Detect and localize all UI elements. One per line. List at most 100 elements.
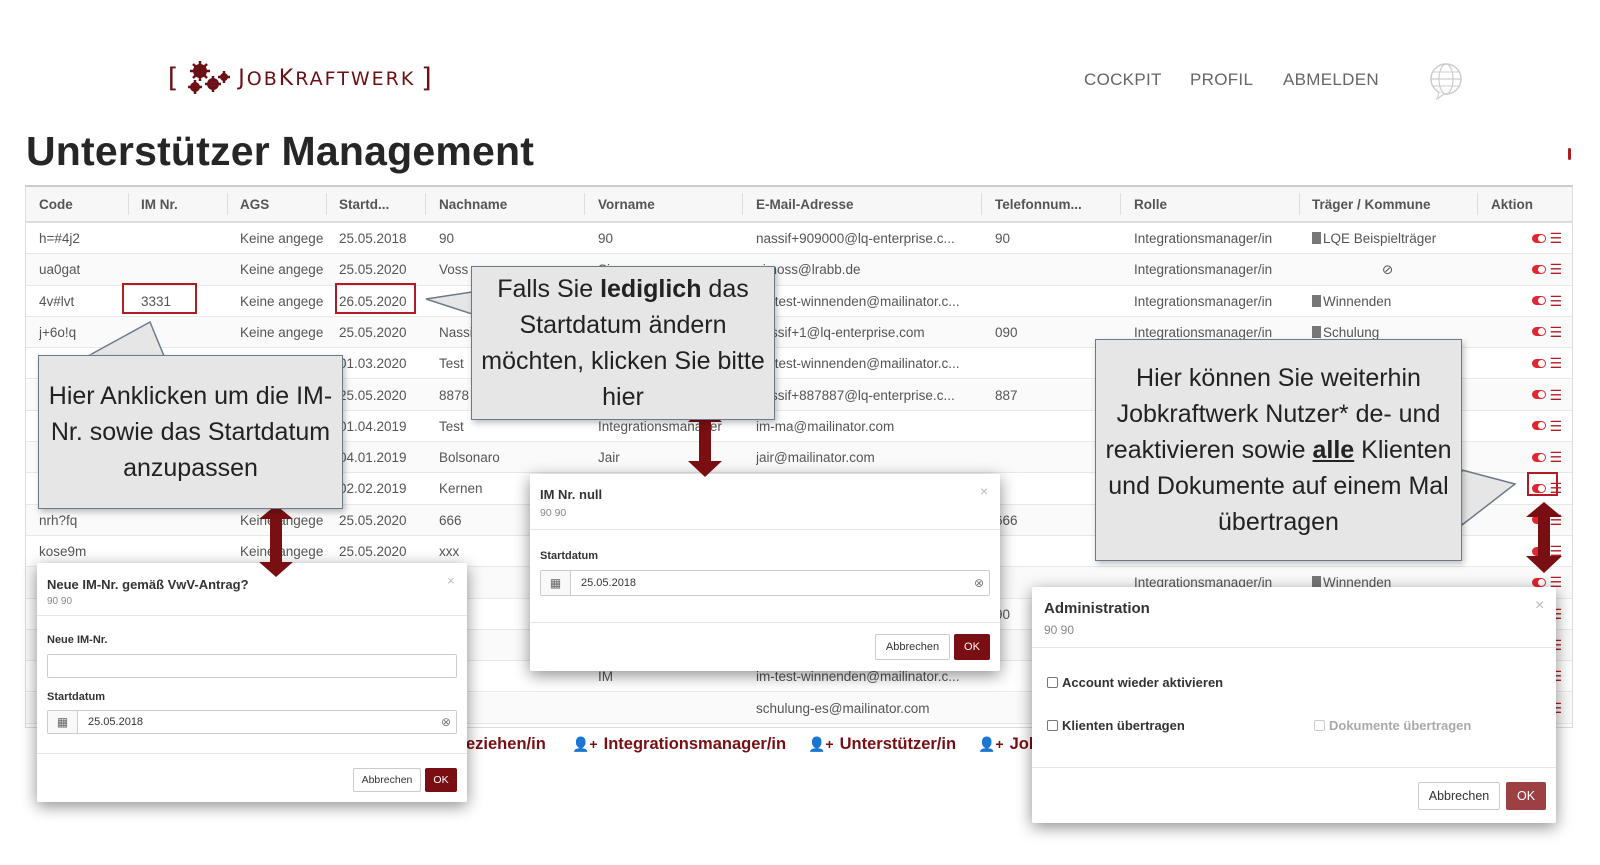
col-code[interactable]: Code: [39, 197, 73, 212]
dialog-subtitle: 90 90: [540, 507, 567, 519]
menu-icon[interactable]: ☰: [1549, 544, 1562, 558]
nav-profil[interactable]: PROFIL: [1190, 70, 1253, 90]
add-unterstuetzer-link[interactable]: 👤+ Unterstützer/in: [808, 735, 956, 754]
col-im-nr[interactable]: IM Nr.: [141, 197, 178, 212]
jobkraftwerk-logo[interactable]: [ JOBKRAFTWERK ]: [164, 58, 436, 98]
toggle-active-icon[interactable]: [1532, 577, 1547, 587]
add-job-link[interactable]: 👤+ Job: [978, 735, 1039, 754]
im-nr-input[interactable]: [47, 654, 457, 678]
cancel-button[interactable]: Abbrechen: [353, 768, 421, 792]
menu-icon[interactable]: ☰: [1549, 356, 1562, 370]
checkbox-box[interactable]: [1047, 720, 1058, 731]
ok-button[interactable]: OK: [1506, 782, 1546, 810]
gears-icon: [188, 61, 231, 94]
add-integrationsmanager-link[interactable]: 👤+ Integrationsmanager/in: [572, 735, 786, 754]
toggle-active-icon[interactable]: [1532, 515, 1547, 525]
toggle-active-icon[interactable]: [1532, 296, 1547, 306]
cell-email: im-ma@mailinator.com: [756, 418, 895, 434]
menu-icon[interactable]: ☰: [1549, 325, 1562, 339]
col-ags[interactable]: AGS: [240, 197, 269, 212]
col-traeger[interactable]: Träger / Kommune: [1312, 197, 1431, 212]
cell-email: jair@mailinator.com: [756, 450, 875, 466]
close-icon[interactable]: ×: [1535, 597, 1544, 615]
close-icon[interactable]: ×: [980, 483, 988, 499]
col-nachname[interactable]: Nachname: [439, 197, 507, 212]
cell-startdatum[interactable]: 25.05.2020: [339, 544, 407, 559]
menu-icon[interactable]: ☰: [1549, 450, 1562, 464]
toggle-active-icon[interactable]: [1532, 546, 1547, 556]
cell-startdatum[interactable]: 01.03.2020: [339, 356, 407, 371]
cell-code: kose9m: [39, 544, 87, 559]
cell-nachname: Test: [439, 356, 464, 372]
cell-startdatum[interactable]: 01.04.2019: [339, 419, 407, 434]
cell-startdatum[interactable]: 25.05.2020: [339, 388, 407, 403]
cell-startdatum[interactable]: 04.01.2019: [339, 450, 407, 465]
row-actions: ☰: [1532, 513, 1562, 527]
col-vorname[interactable]: Vorname: [598, 197, 655, 212]
cell-email: nassif+909000@lq-enterprise.c...: [756, 231, 955, 246]
add-erzieher-link[interactable]: eziehen/in: [466, 735, 546, 754]
cancel-button[interactable]: Abbrechen: [875, 634, 950, 660]
dialog-divider: [1032, 647, 1556, 648]
toggle-active-icon[interactable]: [1532, 358, 1547, 368]
row-actions: ☰: [1532, 356, 1562, 370]
cell-startdatum[interactable]: 25.05.2018: [339, 231, 407, 246]
cell-startdatum[interactable]: 25.05.2020: [339, 325, 407, 340]
startdate-dialog: IM Nr. null 90 90 × Startdatum ▦ 25.05.2…: [530, 474, 1000, 671]
globe-icon[interactable]: [1427, 62, 1465, 100]
dialog-divider: [530, 529, 1000, 530]
cell-traeger: LQE Beispielträger: [1312, 231, 1436, 246]
toggle-active-icon[interactable]: [1532, 390, 1547, 399]
cancel-button[interactable]: Abbrechen: [1418, 782, 1500, 810]
transfer-documents-checkbox: Dokumente übertragen: [1314, 718, 1471, 733]
menu-icon[interactable]: ☰: [1549, 231, 1562, 245]
toggle-active-icon[interactable]: [1532, 452, 1547, 462]
menu-icon[interactable]: ☰: [1549, 388, 1562, 402]
toggle-active-icon[interactable]: [1532, 421, 1547, 431]
nav-cockpit[interactable]: COCKPIT: [1084, 70, 1162, 90]
close-icon[interactable]: ×: [447, 573, 455, 588]
clear-icon[interactable]: ⊗: [969, 576, 989, 590]
menu-icon[interactable]: ☰: [1549, 262, 1562, 276]
col-email[interactable]: E-Mail-Adresse: [756, 197, 854, 212]
toggle-active-icon[interactable]: [1532, 233, 1547, 243]
cell-startdatum[interactable]: 25.05.2020: [339, 262, 407, 277]
dialog-subtitle: 90 90: [47, 596, 73, 607]
table-row[interactable]: h=#4j2 Keine angege 25.05.2018 90 90 nassif+9…: [26, 223, 1572, 255]
table-row[interactable]: 4v#lvt 3331 Keine angege 26.05.2020 im-test-…: [26, 286, 1572, 317]
reactivate-account-checkbox[interactable]: Account wieder aktivieren: [1047, 675, 1223, 690]
cell-ags: Keine angege: [240, 324, 324, 340]
col-telefon[interactable]: Telefonnum...: [995, 197, 1082, 212]
calendar-icon[interactable]: ▦: [541, 571, 571, 595]
transfer-clients-checkbox[interactable]: Klienten übertragen: [1047, 718, 1185, 733]
cell-startdatum[interactable]: 25.05.2020: [339, 513, 407, 528]
menu-icon[interactable]: ☰: [1549, 419, 1562, 433]
toggle-active-icon[interactable]: [1532, 264, 1547, 274]
dialog-divider: [37, 615, 467, 616]
menu-icon[interactable]: ☰: [1549, 575, 1562, 589]
cell-vorname: Jair: [598, 450, 620, 466]
page-title: Unterstützer Management: [26, 128, 535, 174]
nav-abmelden[interactable]: ABMELDEN: [1283, 70, 1379, 90]
toggle-active-icon[interactable]: [1532, 327, 1547, 337]
clear-icon[interactable]: ⊗: [436, 715, 456, 729]
col-rolle[interactable]: Rolle: [1134, 197, 1167, 212]
table-row[interactable]: ua0gatKeine angege25.05.2020VossSimonesi…: [26, 254, 1572, 286]
cell-nachname: 8878: [439, 387, 470, 403]
ok-button[interactable]: OK: [425, 768, 457, 792]
startdatum-field[interactable]: ▦ 25.05.2018 ⊗: [47, 710, 457, 734]
checkbox-box: [1314, 720, 1325, 731]
startdatum-field[interactable]: ▦ 25.05.2018 ⊗: [540, 570, 990, 596]
col-startdatum[interactable]: Startd...: [339, 197, 389, 212]
ok-button[interactable]: OK: [954, 634, 990, 660]
menu-icon[interactable]: ☰: [1549, 513, 1562, 527]
cell-nachname: Bolsonaro: [439, 450, 500, 466]
cell-ags: Keine angege: [240, 262, 324, 278]
cell-vorname: Integrationsmanager: [598, 418, 722, 434]
calendar-icon[interactable]: ▦: [48, 711, 78, 733]
checkbox-box[interactable]: [1047, 677, 1058, 688]
row-actions: ☰: [1532, 262, 1562, 276]
menu-icon[interactable]: ☰: [1549, 294, 1562, 308]
cell-nachname: Test: [439, 418, 464, 434]
cell-startdatum[interactable]: 02.02.2019: [339, 481, 407, 496]
